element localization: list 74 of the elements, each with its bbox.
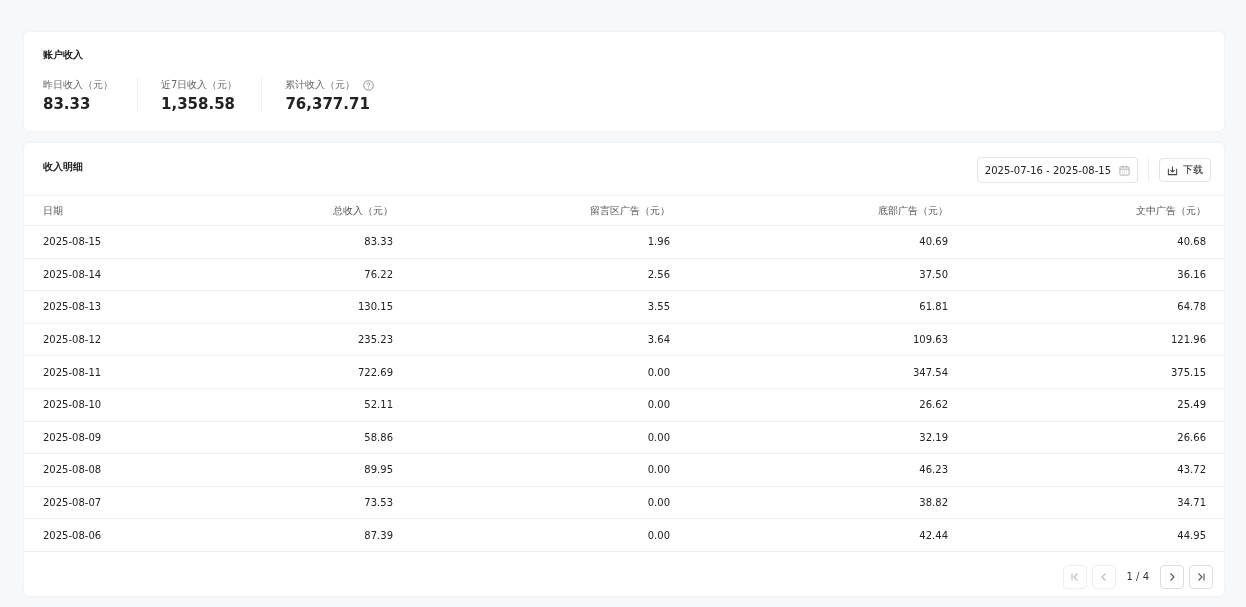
- table-cell-text: 38.82: [918, 497, 948, 509]
- table-cell-text: 46.23: [918, 464, 948, 476]
- table-cell-text: 3.55: [646, 301, 670, 313]
- table-cell-text: 2025-08-07: [43, 497, 103, 509]
- table-cell-text: 0.00: [646, 366, 670, 378]
- table-cell-text: 52.11: [363, 399, 393, 411]
- table-cell-text: 2025-08-13: [43, 301, 103, 313]
- table-cell-text: 3.64: [646, 334, 670, 346]
- table-cell-text: 0.00: [646, 399, 670, 411]
- table-cell-text: 2025-08-11: [43, 366, 103, 378]
- table-cell-text: 130.15: [357, 301, 393, 313]
- last-page-button[interactable]: [1189, 564, 1213, 589]
- stat-label: 昨日收入（元）: [43, 78, 113, 92]
- table-cell-text: 235.23: [357, 334, 393, 346]
- card-title: 账户收入: [43, 48, 84, 62]
- download-button[interactable]: 下载: [1159, 158, 1211, 182]
- table-cell-text: 0.00: [646, 497, 670, 509]
- column-header: 总收入（元）: [332, 203, 393, 218]
- table-cell-text: 36.16: [1176, 268, 1206, 280]
- table-cell-text: 89.95: [363, 464, 393, 476]
- table-cell-text: 73.53: [363, 497, 393, 509]
- table-cell-text: 2025-08-12: [43, 334, 103, 346]
- page-indicator: 1 / 4: [1126, 571, 1149, 583]
- stat-value: 76,377.71: [285, 95, 371, 113]
- chevron-right-icon: [1167, 571, 1177, 582]
- table-cell-text: 2.56: [646, 268, 670, 280]
- table-cell-text: 61.81: [918, 301, 948, 313]
- stat-value: 83.33: [43, 95, 92, 113]
- table-cell-text: 2025-08-06: [43, 529, 103, 541]
- table-cell-text: 34.71: [1176, 497, 1206, 509]
- table-cell-text: 32.19: [918, 431, 948, 443]
- calendar-icon: [1119, 164, 1130, 176]
- table-cell-text: 26.62: [918, 399, 948, 411]
- first-page-icon: [1069, 571, 1080, 582]
- table-cell-text: 347.54: [912, 366, 948, 378]
- table-cell-text: 2025-08-10: [43, 399, 103, 411]
- table-cell-text: 109.63: [912, 334, 948, 346]
- table-cell-text: 722.69: [357, 366, 393, 378]
- table-cell-text: 2025-08-09: [43, 431, 103, 443]
- column-header: 日期: [43, 203, 64, 218]
- table-cell-text: 83.33: [363, 236, 393, 248]
- table-cell-text: 2025-08-08: [43, 464, 103, 476]
- table-cell-text: 44.95: [1176, 529, 1206, 541]
- column-header: 文中广告（元）: [1135, 203, 1206, 218]
- table-cell-text: 76.22: [363, 268, 393, 280]
- table-cell-text: 2025-08-15: [43, 236, 103, 248]
- table-cell-text: 121.96: [1170, 334, 1206, 346]
- next-page-button[interactable]: [1160, 564, 1184, 589]
- table-cell-text: 43.72: [1176, 464, 1206, 476]
- table-cell-text: 40.69: [918, 236, 948, 248]
- table-cell-text: 42.44: [918, 529, 948, 541]
- table-cell-text: 25.49: [1176, 399, 1206, 411]
- column-header: 底部广告（元）: [877, 203, 948, 218]
- table-cell-text: 0.00: [646, 464, 670, 476]
- table-cell-text: 26.66: [1176, 431, 1206, 443]
- table-cell-text: 2025-08-14: [43, 268, 103, 280]
- stat-label: 累计收入（元）: [285, 78, 356, 92]
- table-cell-text: 64.78: [1176, 301, 1206, 313]
- download-icon: [1167, 164, 1178, 176]
- date-range-picker[interactable]: 2025-07-16 - 2025-08-15: [976, 157, 1138, 183]
- table-cell-text: 375.15: [1170, 366, 1206, 378]
- card-title: 收入明细: [43, 160, 83, 174]
- table-cell-text: 37.50: [918, 268, 948, 280]
- table-cell-text: 87.39: [363, 529, 393, 541]
- stat-value: 1,358.58: [161, 95, 237, 113]
- stat-label: 近7日收入（元）: [161, 78, 238, 92]
- table-cell-text: 58.86: [363, 431, 393, 443]
- table-cell-text: 0.00: [646, 529, 670, 541]
- table-cell-text: 1.96: [646, 236, 670, 248]
- last-page-icon: [1196, 571, 1206, 582]
- table-cell-text: 40.68: [1176, 236, 1206, 248]
- column-header: 留言区广告（元）: [589, 203, 670, 218]
- help-icon[interactable]: [363, 79, 375, 91]
- table-cell-text: 0.00: [646, 431, 670, 443]
